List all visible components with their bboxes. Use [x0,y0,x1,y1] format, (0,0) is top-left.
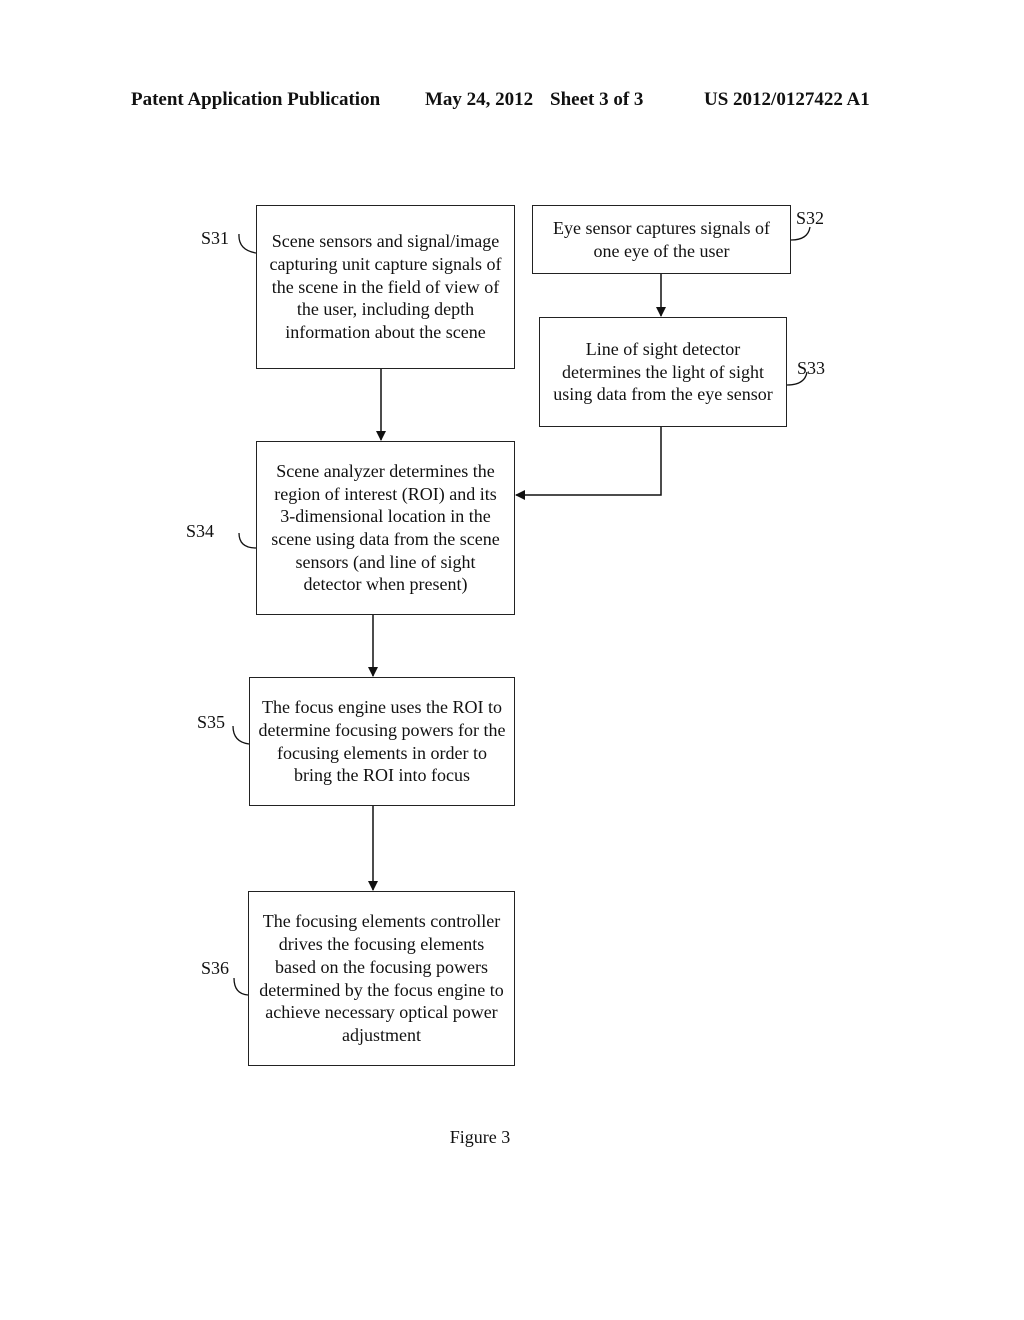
figure-caption: Figure 3 [449,1127,511,1147]
step-text-s35: The focus engine uses the ROI to determi… [258,697,506,786]
step-label-s31: S31 [201,228,230,248]
step-box-s31: Scene sensors and signal/image capturing… [256,205,515,369]
step-text-s34: Scene analyzer determines the region of … [271,460,500,595]
step-box-s32: Eye sensor captures signals of one eye o… [532,205,791,274]
flowchart-connectors [232,226,811,996]
leader-s31 [238,233,257,254]
step-label-s35: S35 [197,712,226,732]
leader-s35 [232,725,250,745]
step-text-s32: Eye sensor captures signals of one eye o… [553,217,770,261]
step-label-s34: S34 [186,521,215,541]
step-box-s35: The focus engine uses the ROI to determi… [249,677,515,806]
step-text-s31: Scene sensors and signal/image capturing… [269,231,502,343]
step-text-s36: The focusing elements controller drives … [259,911,504,1045]
leader-s34 [238,532,257,549]
step-box-s36: The focusing elements controller drives … [248,891,515,1066]
step-text-s33: Line of sight detector determines the li… [553,338,773,405]
step-label-s32: S32 [796,208,825,228]
step-label-s33: S33 [797,358,826,378]
leader-s36 [233,977,249,996]
arrow-s33-to-s34 [515,427,662,500]
step-box-s33: Line of sight detector determines the li… [539,317,787,427]
step-label-s36: S36 [201,958,230,978]
step-box-s34: Scene analyzer determines the region of … [256,441,515,615]
